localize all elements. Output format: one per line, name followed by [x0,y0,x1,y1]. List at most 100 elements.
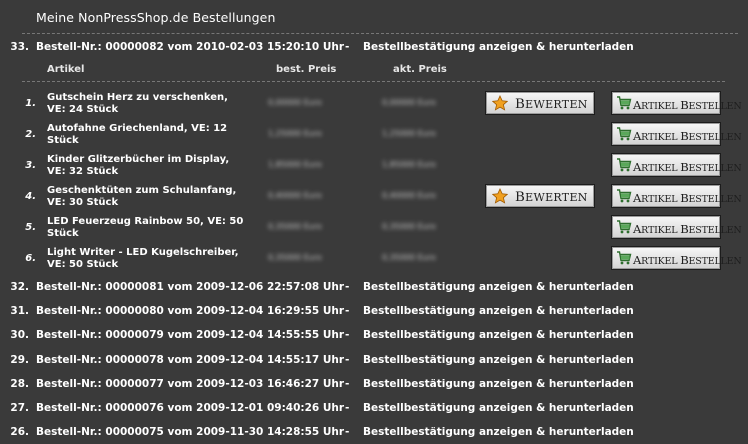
order-confirmation-link[interactable]: Bestellbestätigung anzeigen & herunterla… [363,305,634,317]
order-row-expanded: 33. Bestell-Nr.: 00000082 vom 2010-02-03… [0,41,748,59]
column-header-best-price: best. Preis [276,64,337,75]
order-number: 27. [10,402,29,414]
order-button-label: ARTIKEL BESTELLEN [633,253,742,267]
rate-button[interactable]: BEWERTEN [486,92,594,114]
order-info: Bestell-Nr.: 00000081 vom 2009-12-06 22:… [36,281,345,293]
rate-button-label: BEWERTEN [515,97,588,112]
item-row: 2. Autofahne Griechenland, VE: 12 Stück 1,… [0,123,748,154]
order-info: Bestell-Nr.: 00000076 vom 2009-12-01 09:… [36,402,345,414]
order-article-button[interactable]: ARTIKEL BESTELLEN [612,92,742,114]
order-button-label: ARTIKEL BESTELLEN [633,222,742,236]
item-current-price: 0,00000 Euro [382,98,436,107]
order-separator: - [345,426,350,439]
order-article-button[interactable]: ARTIKEL BESTELLEN [612,154,742,176]
item-name-link[interactable]: Autofahne Griechenland, VE: 12 Stück [47,123,247,147]
order-button-label: ARTIKEL BESTELLEN [633,129,742,143]
order-row: 26. Bestell-Nr.: 00000075 vom 2009-11-30 … [0,426,748,444]
shopping-cart-icon [616,157,632,173]
order-row: 32. Bestell-Nr.: 00000081 vom 2009-12-06 … [0,281,748,299]
rate-button[interactable]: BEWERTEN [486,185,594,207]
item-row: 1. Gutschein Herz zu verschenken, VE: 24 … [0,92,748,123]
item-row: 4. Geschenktüten zum Schulanfang, VE: 30 … [0,185,748,216]
item-row: 6. Light Writer - LED Kugelschreiber, VE:… [0,247,748,278]
order-separator: - [345,402,350,414]
order-row: 31. Bestell-Nr.: 00000080 vom 2009-12-04 … [0,305,748,323]
item-best-price: 0,35000 Euro [268,253,322,262]
order-article-button[interactable]: ARTIKEL BESTELLEN [612,185,742,207]
item-best-price: 1,85000 Euro [268,160,322,169]
shopping-cart-icon [616,126,632,142]
item-index: 1. [25,98,36,109]
order-separator: - [345,377,350,390]
order-separator: - [345,329,350,342]
order-separator: - [345,305,350,318]
column-header-article: Artikel [47,64,85,75]
order-confirmation-link[interactable]: Bestellbestätigung anzeigen & herunterla… [363,281,634,293]
column-header-current-price: akt. Preis [393,64,447,75]
order-info: Bestell-Nr.: 00000082 vom 2010-02-03 15:… [36,41,345,53]
item-current-price: 0,35000 Euro [382,222,436,231]
item-best-price: 1,25000 Euro [268,129,322,138]
star-icon [491,95,509,111]
order-number: 28. [10,377,29,390]
order-number: 31. [10,305,29,318]
order-separator: - [345,281,350,293]
order-info: Bestell-Nr.: 00000077 vom 2009-12-03 16:… [36,377,345,390]
item-current-price: 0,40000 Euro [382,191,436,200]
order-row: 30. Bestell-Nr.: 00000079 vom 2009-12-04 … [0,329,748,347]
order-number: 30. [10,329,29,342]
item-name-link[interactable]: Light Writer - LED Kugelschreiber, VE: 5… [47,247,247,271]
order-button-label: ARTIKEL BESTELLEN [633,160,742,174]
header-divider [22,81,725,82]
order-confirmation-link[interactable]: Bestellbestätigung anzeigen & herunterla… [363,41,634,53]
order-confirmation-link[interactable]: Bestellbestätigung anzeigen & herunterla… [363,402,634,414]
order-article-button[interactable]: ARTIKEL BESTELLEN [612,247,742,269]
order-row: 29. Bestell-Nr.: 00000078 vom 2009-12-04 … [0,354,748,372]
order-number: 29. [10,353,29,366]
item-name-link[interactable]: Kinder Glitzerbücher im Display, VE: 32 … [47,154,247,178]
shopping-cart-icon [616,95,632,111]
order-separator: - [345,41,350,53]
page-title: Meine NonPressShop.de Bestellungen [36,10,276,25]
shopping-cart-icon [616,250,632,266]
order-number: 26. [10,426,29,439]
item-index: 6. [25,253,36,264]
title-divider [22,33,738,34]
shopping-cart-icon [616,188,632,204]
item-row: 5. LED Feuerzeug Rainbow 50, VE: 50 Stück… [0,216,748,247]
order-confirmation-link[interactable]: Bestellbestätigung anzeigen & herunterla… [363,378,634,390]
order-row: 28. Bestell-Nr.: 00000077 vom 2009-12-03 … [0,378,748,396]
order-confirmation-link[interactable]: Bestellbestätigung anzeigen & herunterla… [363,426,634,438]
order-article-button[interactable]: ARTIKEL BESTELLEN [612,216,742,238]
item-index: 2. [25,129,36,140]
item-name-link[interactable]: Geschenktüten zum Schulanfang, VE: 30 St… [47,185,247,209]
order-confirmation-link[interactable]: Bestellbestätigung anzeigen & herunterla… [363,329,634,341]
order-info: Bestell-Nr.: 00000078 vom 2009-12-04 14:… [36,353,345,366]
item-name-link[interactable]: LED Feuerzeug Rainbow 50, VE: 50 Stück [47,216,247,240]
order-info: Bestell-Nr.: 00000075 vom 2009-11-30 14:… [36,426,345,439]
item-index: 3. [25,160,36,171]
order-info: Bestell-Nr.: 00000080 vom 2009-12-04 16:… [36,305,345,318]
order-number: 33. [10,41,29,53]
order-confirmation-link[interactable]: Bestellbestätigung anzeigen & herunterla… [363,354,634,366]
shopping-cart-icon [616,219,632,235]
item-current-price: 1,25000 Euro [382,129,436,138]
orders-page: Meine NonPressShop.de Bestellungen 33. B… [0,0,748,443]
item-best-price: 0,35000 Euro [268,222,322,231]
item-best-price: 0,40000 Euro [268,191,322,200]
item-index: 4. [25,191,36,202]
item-best-price: 0,00000 Euro [268,98,322,107]
order-button-label: ARTIKEL BESTELLEN [633,98,742,112]
item-current-price: 1,85000 Euro [382,160,436,169]
item-index: 5. [25,222,36,233]
item-name-link[interactable]: Gutschein Herz zu verschenken, VE: 24 St… [47,92,247,116]
order-row: 27. Bestell-Nr.: 00000076 vom 2009-12-01 … [0,402,748,420]
rate-button-label: BEWERTEN [515,190,588,205]
order-separator: - [345,353,350,366]
star-icon [491,188,509,204]
order-article-button[interactable]: ARTIKEL BESTELLEN [612,123,742,145]
order-info: Bestell-Nr.: 00000079 vom 2009-12-04 14:… [36,329,345,342]
order-button-label: ARTIKEL BESTELLEN [633,191,742,205]
item-current-price: 0,35000 Euro [382,253,436,262]
item-row: 3. Kinder Glitzerbücher im Display, VE: 3… [0,154,748,185]
